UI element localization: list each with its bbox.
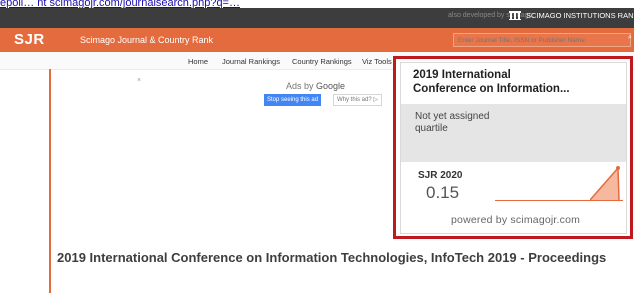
ads-by-google: Ads by Google bbox=[286, 81, 345, 91]
nav-viz-tools[interactable]: Viz Tools bbox=[362, 57, 392, 66]
widget-title: 2019 International Conference on Informa… bbox=[413, 68, 625, 96]
search-input[interactable] bbox=[453, 33, 631, 47]
powered-by-link[interactable]: powered by scimagojr.com bbox=[451, 214, 580, 226]
sjr-trend-chart bbox=[590, 166, 620, 201]
sjr-year-label: SJR 2020 bbox=[418, 170, 463, 181]
page-title: 2019 International Conference on Informa… bbox=[57, 250, 607, 265]
widget-title-line1: 2019 International bbox=[413, 69, 511, 81]
sir-link[interactable]: SCIMAGO INSTITUTIONS RANKINGS bbox=[509, 11, 634, 20]
widget-title-line2: Conference on Information... bbox=[413, 83, 570, 95]
site-title[interactable]: Scimago Journal & Country Rank bbox=[80, 35, 213, 45]
nav-journal-rankings[interactable]: Journal Rankings bbox=[222, 57, 280, 66]
sjr-logo[interactable]: SJR bbox=[14, 31, 45, 48]
why-this-ad-button[interactable]: Why this ad? ▷ bbox=[333, 94, 382, 106]
stop-seeing-ad-button[interactable]: Stop seeing this ad bbox=[264, 94, 322, 106]
sjr-trend-point bbox=[616, 166, 620, 170]
quartile-status: Not yet assigned quartile bbox=[415, 111, 555, 135]
quartile-line1: Not yet assigned bbox=[415, 111, 490, 122]
sjr-value: 0.15 bbox=[426, 183, 460, 202]
ads-by-label: Ads by bbox=[286, 81, 314, 91]
content-left-border bbox=[49, 69, 51, 293]
nav-country-rankings[interactable]: Country Rankings bbox=[292, 57, 352, 66]
quartile-line2: quartile bbox=[415, 123, 448, 134]
search-icon[interactable]: ⌕ bbox=[628, 34, 634, 42]
sir-link-label: SCIMAGO INSTITUTIONS RANKINGS bbox=[526, 11, 634, 20]
institution-icon bbox=[509, 11, 521, 20]
nav-home[interactable]: Home bbox=[188, 57, 208, 66]
ad-close-icon[interactable]: × bbox=[137, 77, 141, 84]
google-label: Google bbox=[316, 81, 346, 91]
